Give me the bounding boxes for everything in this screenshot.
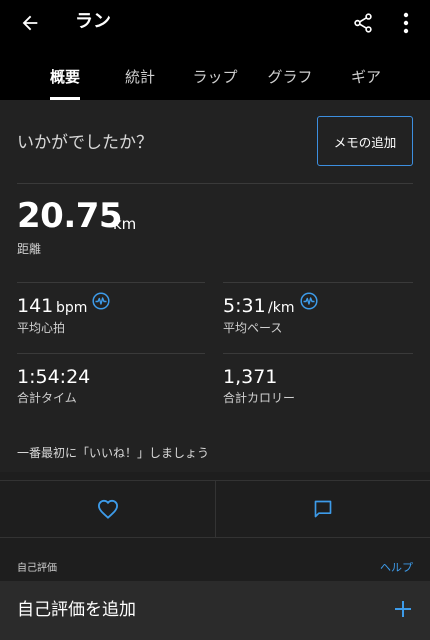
add-self-evaluation-label: 自己評価を追加	[17, 600, 136, 620]
tab-gear[interactable]: ギア	[345, 66, 387, 88]
heart-rate-icon[interactable]	[92, 292, 110, 310]
self-evaluation-section-label: 自己評価	[17, 563, 57, 574]
divider	[223, 353, 413, 354]
total-time-label: 合計タイム	[17, 391, 77, 405]
arrow-back-icon	[22, 15, 38, 31]
plus-icon	[395, 601, 411, 617]
add-memo-button[interactable]: メモの追加	[317, 116, 413, 166]
help-link[interactable]: ヘルプ	[380, 561, 413, 575]
pace-unit: /km	[268, 300, 295, 316]
heart-rate-unit: bpm	[56, 300, 88, 316]
divider	[17, 353, 205, 354]
distance-label: 距離	[17, 242, 42, 256]
divider	[223, 282, 413, 283]
heart-rate-value: 141	[17, 295, 54, 317]
comment-icon	[314, 500, 332, 518]
pace-value: 5:31	[223, 295, 266, 317]
heart-rate-icon[interactable]	[300, 292, 318, 310]
calories-value: 1,371	[223, 366, 278, 388]
tab-laps[interactable]: ラップ	[186, 66, 244, 88]
share-button[interactable]	[348, 8, 378, 38]
divider	[17, 282, 205, 283]
heart-rate-label: 平均心拍	[17, 321, 66, 335]
share-icon	[354, 13, 372, 33]
more-options-button[interactable]	[392, 8, 420, 38]
distance-value: 20.75	[17, 196, 123, 236]
calories-label: 合計カロリー	[223, 391, 296, 405]
pace-label: 平均ペース	[223, 321, 283, 335]
like-button[interactable]	[0, 480, 215, 538]
total-time-value: 1:54:24	[17, 366, 91, 388]
more-vert-icon	[403, 12, 409, 34]
tab-stats[interactable]: 統計	[119, 66, 161, 88]
page-title: ラン	[75, 11, 111, 32]
like-prompt: 一番最初に「いいね！」しましょう	[17, 446, 210, 460]
comment-button[interactable]	[216, 480, 430, 538]
tab-overview[interactable]: 概要	[44, 66, 86, 88]
divider	[17, 183, 413, 184]
back-button[interactable]	[14, 8, 46, 38]
feeling-question: いかがでしたか？	[17, 133, 153, 153]
add-self-evaluation-button[interactable]	[390, 596, 416, 622]
tab-graph[interactable]: グラフ	[261, 66, 319, 88]
heart-outline-icon	[97, 499, 118, 519]
distance-unit: km	[113, 215, 137, 233]
